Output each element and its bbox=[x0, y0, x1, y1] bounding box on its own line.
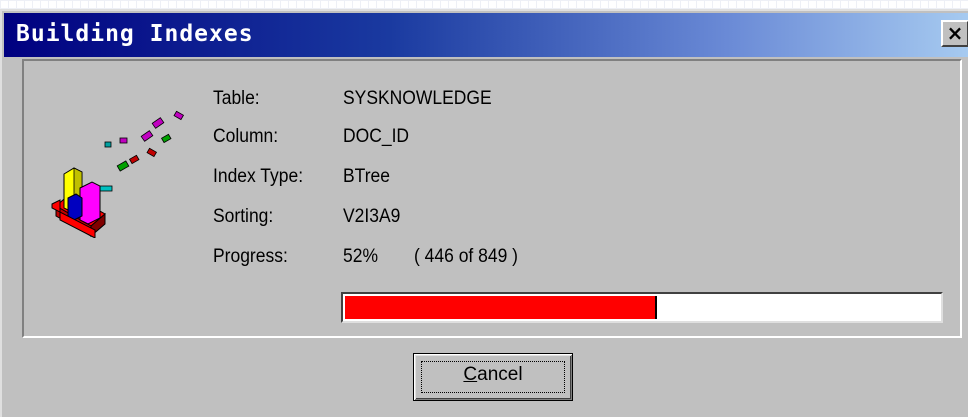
column-value: DOC_ID bbox=[343, 126, 410, 147]
cancel-button[interactable]: Cancel bbox=[413, 353, 573, 401]
close-icon: × bbox=[946, 21, 964, 45]
sorting-label: Sorting: bbox=[213, 206, 274, 227]
progress-bar-fill bbox=[345, 296, 657, 319]
progress-bar bbox=[341, 292, 943, 323]
progress-label: Progress: bbox=[213, 246, 288, 267]
progress-count: ( 446 of 849 ) bbox=[414, 246, 518, 267]
index-type-label: Index Type: bbox=[213, 166, 304, 187]
window-title: Building Indexes bbox=[16, 21, 254, 47]
cancel-button-label: Cancel bbox=[463, 364, 523, 385]
close-button[interactable]: × bbox=[941, 20, 968, 47]
index-building-icon bbox=[51, 110, 185, 238]
sorting-value: V2I3A9 bbox=[343, 206, 401, 227]
index-type-value: BTree bbox=[343, 166, 390, 187]
table-label: Table: bbox=[213, 88, 260, 109]
title-bar[interactable]: Building Indexes bbox=[4, 13, 968, 57]
column-label: Column: bbox=[213, 126, 279, 147]
table-value: SYSKNOWLEDGE bbox=[343, 88, 492, 109]
progress-percent: 52% bbox=[343, 246, 378, 267]
